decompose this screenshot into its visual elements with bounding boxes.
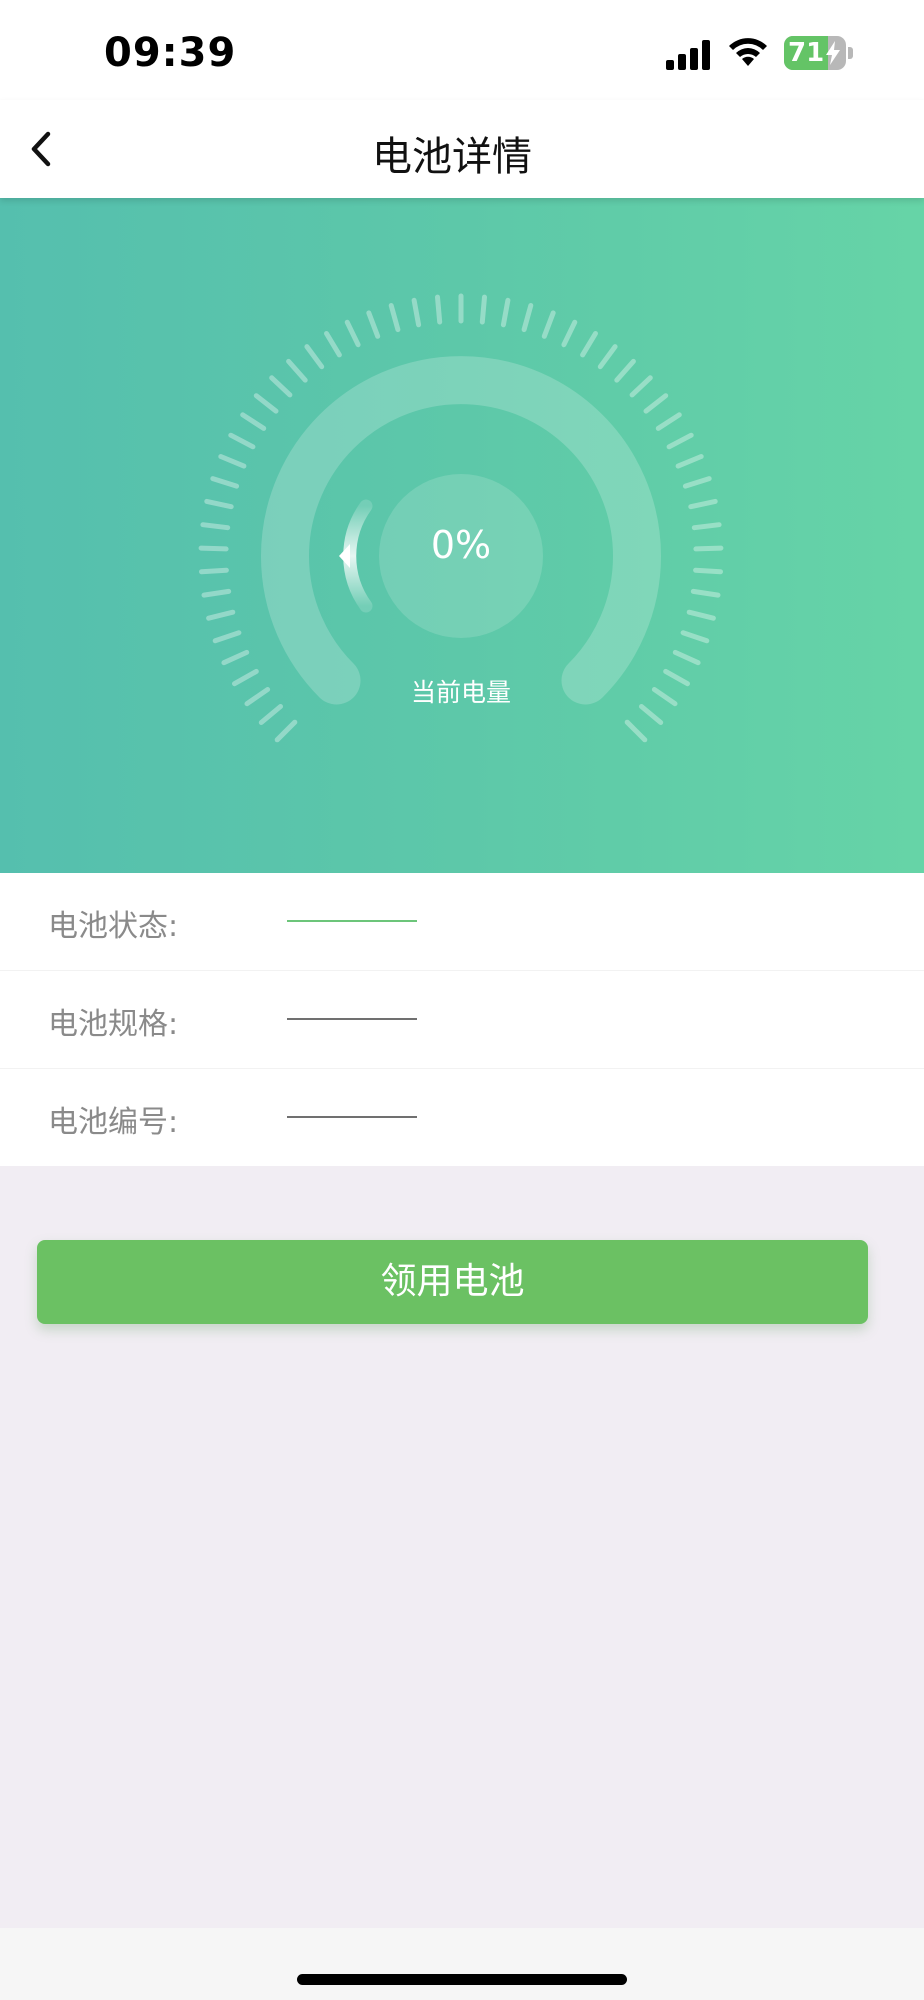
page-title: 电池详情 xyxy=(372,134,532,180)
gauge-tick xyxy=(206,609,236,621)
signal-icon xyxy=(666,40,710,70)
charging-bolt-icon xyxy=(826,41,840,65)
gauge-tick xyxy=(200,522,231,531)
gauge-tick xyxy=(286,358,308,383)
battery-detail-screen: 09:39 71 电池详情 0% 当前电量 电池状态: 电池规格: 电池编号: … xyxy=(0,0,924,2000)
gauge-tick xyxy=(274,719,298,743)
wifi-icon xyxy=(729,38,767,66)
status-bar: 09:39 71 xyxy=(0,0,924,100)
gauge-tick xyxy=(244,687,271,707)
gauge-tick xyxy=(691,522,722,531)
gauge-tick xyxy=(688,498,718,510)
gauge-tick xyxy=(521,303,534,333)
gauge-tick xyxy=(639,704,664,725)
gauge-tick xyxy=(366,310,381,339)
gauge-tick xyxy=(651,687,678,707)
gauge-needle-indicator xyxy=(339,499,373,613)
gauge-tick xyxy=(682,476,712,489)
gauge-tick xyxy=(693,567,723,575)
home-indicator[interactable] xyxy=(297,1974,627,1985)
gauge-tick xyxy=(232,668,259,687)
gauge-tick xyxy=(210,476,240,489)
gauge-tick xyxy=(344,319,361,348)
battery-gauge-panel: 0% 当前电量 xyxy=(0,198,924,873)
gauge-tick xyxy=(686,609,716,621)
gauge-tick xyxy=(561,319,578,348)
gauge-tick xyxy=(198,545,229,552)
gauge-tick xyxy=(680,630,710,644)
gauge-tick xyxy=(580,331,598,358)
gauge-tick xyxy=(304,344,325,370)
gauge-tick xyxy=(624,719,648,743)
gauge-tick xyxy=(269,375,293,398)
gauge-tick xyxy=(643,393,669,414)
charge-caption: 当前电量 xyxy=(410,678,511,707)
battery-serial-label: 电池编号: xyxy=(48,1105,179,1140)
gauge-tick xyxy=(690,588,721,598)
gauge-tick xyxy=(258,704,283,725)
gauge-tick xyxy=(675,454,704,469)
info-row-serial: 电池编号: xyxy=(0,1069,924,1166)
gauge-tick xyxy=(253,393,279,414)
gauge-tick xyxy=(324,331,342,358)
gauge-tick xyxy=(672,649,701,666)
gauge-tick xyxy=(212,630,242,644)
gauge-tick xyxy=(541,310,556,339)
gauge-tick xyxy=(500,297,511,328)
battery-status-label: 电池状态: xyxy=(48,909,179,944)
battery-spec-value xyxy=(287,1018,417,1020)
battery-status-value xyxy=(287,920,417,922)
gauge-tick xyxy=(411,297,422,328)
gauge-tick xyxy=(479,294,487,325)
gauge-tick xyxy=(218,454,247,469)
gauge-tick xyxy=(388,303,401,333)
gauge-tick xyxy=(204,498,234,510)
gauge-tick xyxy=(240,412,267,431)
battery-serial-value xyxy=(287,1116,417,1118)
navigation-bar: 电池详情 xyxy=(0,100,924,198)
home-indicator-area xyxy=(0,1928,924,2000)
status-time: 09:39 xyxy=(104,30,237,76)
battery-spec-label: 电池规格: xyxy=(48,1007,179,1042)
gauge-tick xyxy=(199,567,229,575)
gauge-tick xyxy=(655,412,682,431)
gauge-tick xyxy=(435,294,443,325)
gauge-tick xyxy=(228,432,256,450)
battery-level-text: 71 xyxy=(788,38,825,68)
gauge-tick xyxy=(663,668,690,687)
claim-battery-button[interactable]: 领用电池 xyxy=(37,1240,868,1324)
gauge-tick xyxy=(614,358,636,383)
charge-percentage: 0% xyxy=(430,523,492,567)
gauge-tick xyxy=(629,375,653,398)
battery-charging-icon: 71 xyxy=(784,36,854,70)
gauge-tick xyxy=(597,344,618,370)
gauge-tick xyxy=(221,649,250,666)
info-row-spec: 电池规格: xyxy=(0,971,924,1069)
gauge-tick xyxy=(201,588,232,598)
gauge-tick xyxy=(666,432,694,450)
battery-info-list: 电池状态: 电池规格: 电池编号: xyxy=(0,873,924,1166)
info-row-status: 电池状态: xyxy=(0,873,924,971)
gauge-tick xyxy=(693,545,724,552)
